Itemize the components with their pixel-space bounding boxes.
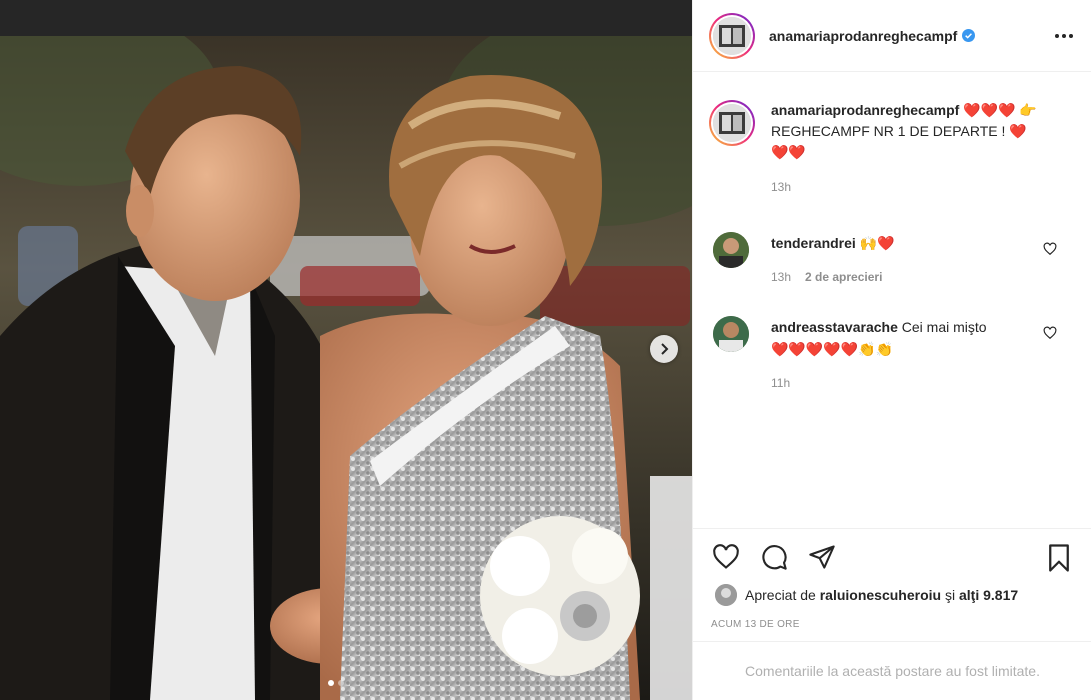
likes-summary: Apreciat de raluionescuheroiu şi alţi 9.…	[715, 584, 1018, 606]
comment-username[interactable]: tenderandrei	[771, 235, 856, 251]
post-media	[0, 0, 692, 700]
post-photo[interactable]	[0, 36, 692, 700]
share-icon[interactable]	[807, 543, 837, 576]
likes-prefix: Apreciat de	[745, 587, 816, 603]
media-top-bar	[0, 0, 692, 36]
comment-username[interactable]: andreasstavarache	[771, 319, 898, 335]
post-side-panel: anamariaprodanreghecampf anamariaprodanr…	[692, 0, 1091, 700]
carousel-dot	[328, 680, 334, 686]
commenter-avatar[interactable]	[713, 316, 749, 352]
instagram-post-view: anamariaprodanreghecampf anamariaprodanr…	[0, 0, 1091, 700]
comments-limited-notice: Comentariile la această postare au fost …	[693, 641, 1091, 700]
caption-text: REGHECAMPF NR 1 DE DEPARTE !	[771, 123, 1006, 139]
heart-icon[interactable]	[1043, 326, 1057, 345]
caption-hearts: ❤️❤️❤️	[963, 102, 1016, 118]
post-header: anamariaprodanreghecampf	[693, 0, 1091, 72]
caption-author-avatar[interactable]	[709, 100, 755, 146]
comment-time: 11h	[771, 376, 791, 390]
comment-text: 🙌❤️	[859, 235, 895, 251]
comment-icon[interactable]	[759, 543, 789, 576]
more-icon[interactable]	[1054, 24, 1074, 53]
carousel-dot	[338, 680, 344, 686]
bookmark-icon[interactable]	[1044, 543, 1074, 578]
verified-icon	[962, 29, 976, 42]
heart-icon[interactable]	[1043, 242, 1057, 261]
carousel-next-button[interactable]	[650, 335, 678, 363]
photo-image	[0, 36, 692, 700]
chevron-right-icon	[661, 343, 669, 355]
carousel-dots	[328, 680, 344, 686]
heart-icon[interactable]	[711, 543, 741, 576]
post-actions	[693, 528, 1091, 588]
commenter-avatar[interactable]	[713, 232, 749, 268]
comment-text: Cei mai mişto	[901, 319, 987, 335]
comment-time: 13h	[771, 270, 792, 284]
comment-item: andreasstavarache Cei mai mişto ❤️❤️❤️❤️…	[713, 316, 1073, 394]
author-avatar[interactable]	[709, 12, 755, 59]
caption-time: 13h	[771, 180, 792, 194]
comment-emoji: ❤️❤️❤️❤️❤️👏👏	[771, 341, 894, 357]
post-caption: anamariaprodanreghecampf ❤️❤️❤️ 👉 REGHECA…	[709, 100, 1069, 198]
post-timestamp: ACUM 13 DE ORE	[711, 619, 800, 630]
liker-avatar[interactable]	[715, 584, 737, 606]
author-username[interactable]: anamariaprodanreghecampf	[769, 28, 957, 44]
likes-suffix: şi	[944, 587, 956, 603]
comment-item: tenderandrei 🙌❤️ 13h 2 de aprecieri	[713, 232, 1073, 288]
caption-username[interactable]: anamariaprodanreghecampf	[771, 102, 959, 118]
likes-others[interactable]: alţi 9.817	[959, 587, 1018, 603]
comment-likes[interactable]: 2 de aprecieri	[805, 266, 882, 288]
caption-point-emoji: 👉	[1019, 102, 1037, 118]
likes-user[interactable]: raluionescuheroiu	[820, 587, 941, 603]
